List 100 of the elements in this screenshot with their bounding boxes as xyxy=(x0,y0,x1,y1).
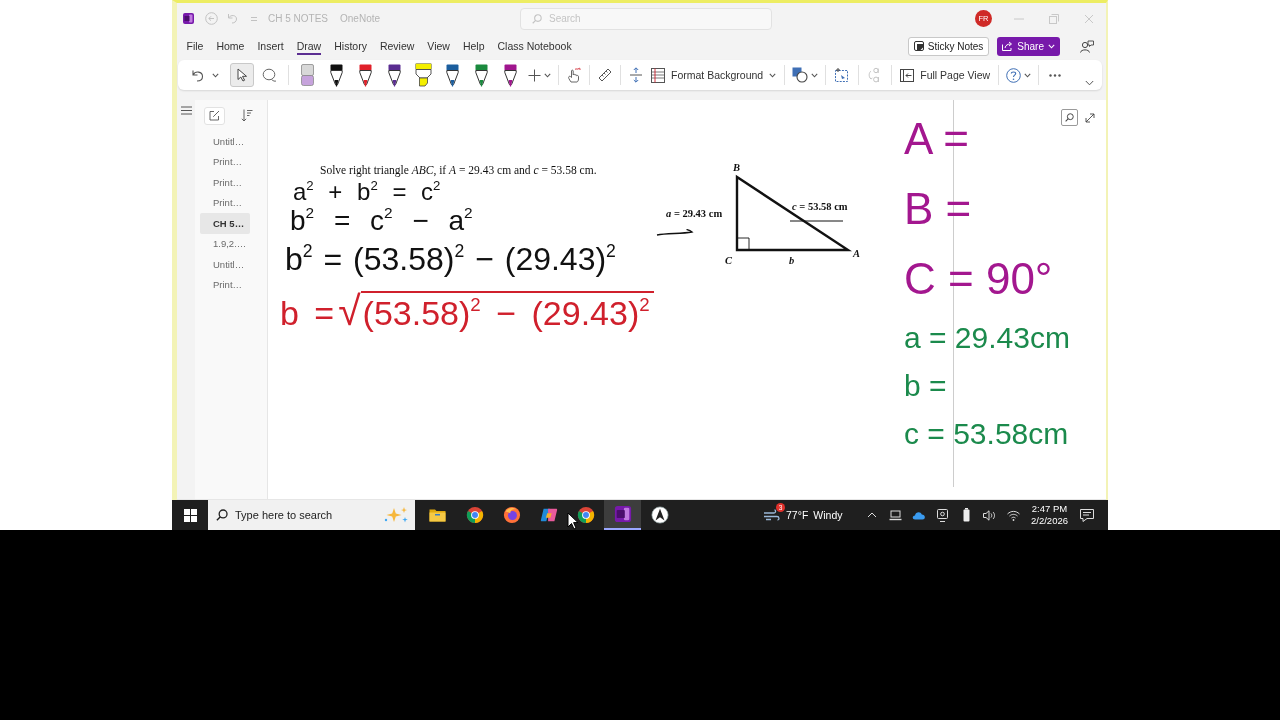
browser-icon xyxy=(576,506,595,524)
caret-icon xyxy=(769,72,777,78)
caret-icon xyxy=(544,72,551,78)
folder-icon xyxy=(429,508,446,522)
collapse-ribbon-button[interactable] xyxy=(1082,78,1096,88)
sort-button[interactable] xyxy=(239,107,255,124)
page-tab[interactable]: CH 5… xyxy=(200,213,250,234)
arrow-circle-icon xyxy=(650,506,669,524)
page-tab[interactable]: Untitl… xyxy=(200,131,260,152)
handwritten-equation: a$^{2}$ + b$^{2}$ = c$^{2}$ xyxy=(293,179,441,205)
search-icon xyxy=(1065,113,1074,122)
battery-icon xyxy=(962,508,970,522)
app-name: OneNote xyxy=(340,13,381,24)
sparkle-icon xyxy=(384,506,410,524)
handwritten-value: a = 29.43cm xyxy=(904,320,1070,356)
vertex-label: C xyxy=(725,255,732,267)
pointer-icon xyxy=(236,68,248,82)
handwritten-equation: b =√(53.58)$^{2}$ − (29.43)$^{2}$ xyxy=(280,287,654,339)
chevron-up-icon xyxy=(867,512,878,518)
share-button[interactable]: Share xyxy=(997,36,1060,56)
cloud-icon xyxy=(912,510,927,520)
full-page-view-button[interactable]: Full Page View xyxy=(896,63,995,87)
restore-icon xyxy=(1048,13,1059,24)
volume-icon xyxy=(983,509,997,521)
sort-icon xyxy=(241,109,253,122)
right-angle-mark xyxy=(736,237,750,251)
menu-tab[interactable]: Insert xyxy=(250,36,291,56)
wind-icon xyxy=(763,507,782,523)
page-tab[interactable]: 1.9,2.… xyxy=(200,233,260,254)
caret-icon xyxy=(1048,43,1055,49)
clock-date: 2/2/2026 xyxy=(1031,515,1068,527)
full-page-icon xyxy=(900,68,915,82)
tiles-app-icon xyxy=(539,506,558,524)
expand-icon xyxy=(1085,112,1095,123)
clock-time: 2:47 PM xyxy=(1031,503,1068,515)
taskbar-app-button[interactable] xyxy=(604,500,641,530)
plus-icon xyxy=(528,68,541,82)
menu-tab[interactable]: View xyxy=(420,36,457,56)
page-tab[interactable]: Print… xyxy=(200,151,260,172)
help-icon xyxy=(1006,67,1022,83)
menu-tab[interactable]: File xyxy=(180,36,210,56)
menu-tab[interactable]: Help xyxy=(456,36,491,56)
caret-icon xyxy=(1024,72,1032,78)
handwritten-value: A = xyxy=(904,113,969,165)
note-icon xyxy=(913,41,924,51)
page-tab[interactable]: Print… xyxy=(200,274,260,295)
shapes-icon xyxy=(792,67,809,83)
globe-browser-icon xyxy=(502,506,521,524)
lasso-icon xyxy=(261,67,277,83)
browser-icon xyxy=(465,506,484,524)
screen-icon xyxy=(937,508,949,522)
more-icon xyxy=(1049,73,1062,77)
menu-tab[interactable]: History xyxy=(327,36,374,56)
handwritten-value: B = xyxy=(904,183,972,235)
handwritten-value: C = 90° xyxy=(904,253,1053,305)
window-title: CH 5 NOTES xyxy=(268,13,328,24)
search-icon xyxy=(532,13,542,24)
edit-icon xyxy=(209,110,220,121)
person-feedback-icon xyxy=(1080,39,1094,53)
undo-icon xyxy=(190,68,204,82)
taskbar-search-field[interactable]: Type here to search xyxy=(208,500,415,530)
vertex-label: A xyxy=(853,248,860,260)
notebook-logo-icon xyxy=(183,13,194,24)
handwritten-equation: b$^{2}$ = c$^{2}$ − a$^{2}$ xyxy=(290,205,473,237)
format-background-button[interactable]: Format Background xyxy=(647,63,781,87)
side-label: a = 29.43 cm xyxy=(666,208,723,220)
menu-tab[interactable]: Class Notebook xyxy=(491,36,579,56)
menu-tab[interactable]: Draw xyxy=(290,36,328,56)
temperature-label: 77°F xyxy=(786,509,809,521)
hand-icon xyxy=(567,67,581,83)
side-label: b xyxy=(789,255,795,267)
menu-button[interactable] xyxy=(179,104,193,116)
handwritten-value: b = xyxy=(904,368,947,404)
laptop-icon xyxy=(889,509,903,521)
search-icon xyxy=(216,509,228,521)
side-label: c = 53.58 cm xyxy=(792,201,848,213)
undo-icon xyxy=(227,13,238,24)
leader-line xyxy=(789,220,844,222)
vertex-label: B xyxy=(733,162,740,174)
page-tab[interactable]: Print… xyxy=(200,192,260,213)
notification-icon xyxy=(1080,508,1094,522)
menu-tab[interactable]: Home xyxy=(209,36,251,56)
notebook-app-icon xyxy=(613,505,632,523)
mouse-cursor-icon xyxy=(567,512,579,530)
menu-icon xyxy=(180,105,192,115)
page-tab[interactable]: Untitl… xyxy=(200,254,260,275)
page-tab[interactable]: Print… xyxy=(200,172,260,193)
select-tool-button[interactable] xyxy=(230,63,254,87)
new-page-button[interactable] xyxy=(204,106,225,125)
eraser-icon xyxy=(301,63,314,87)
caret-icon xyxy=(811,72,819,78)
back-icon xyxy=(205,12,218,25)
shape-convert-icon xyxy=(834,67,851,83)
sticky-notes-button[interactable]: Sticky Notes xyxy=(907,36,990,56)
caret-icon xyxy=(211,72,219,78)
search-button[interactable] xyxy=(1061,109,1078,126)
customize-icon xyxy=(249,15,258,22)
menu-tab[interactable]: Review xyxy=(373,36,421,56)
ruler-icon xyxy=(598,68,612,82)
weather-condition-label: Windy xyxy=(813,509,843,521)
